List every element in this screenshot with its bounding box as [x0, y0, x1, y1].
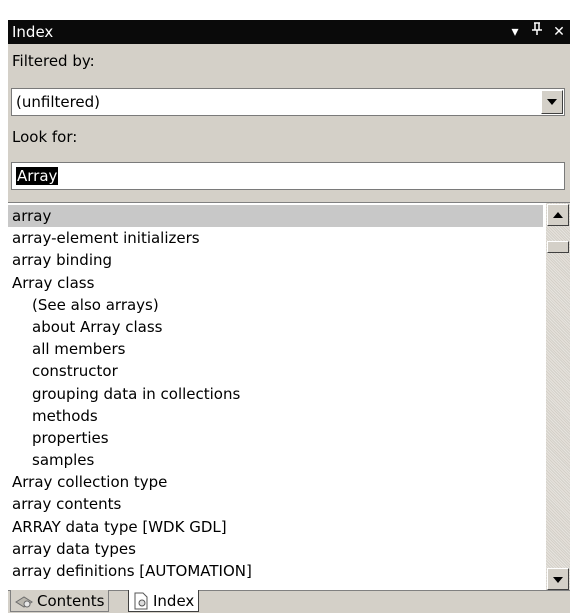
tab-contents[interactable]: Contents: [10, 590, 110, 612]
list-item[interactable]: grouping data in collections: [8, 383, 543, 405]
list-item[interactable]: properties: [8, 427, 543, 449]
chevron-down-icon: [553, 577, 563, 583]
list-item[interactable]: samples: [8, 449, 543, 471]
index-pane: Index ▾ ✕ Filtered by: (unfiltered) Look…: [8, 20, 570, 613]
window-position-dropdown-icon[interactable]: ▾: [504, 20, 526, 44]
list-item[interactable]: array: [8, 205, 543, 228]
list-item[interactable]: Array collection type: [8, 471, 543, 493]
close-icon[interactable]: ✕: [548, 20, 570, 44]
look-for-label: Look for:: [12, 128, 78, 146]
pane-title: Index: [12, 23, 54, 41]
list-item[interactable]: array-element initializers: [8, 227, 543, 249]
filter-dropdown-button[interactable]: [541, 90, 563, 114]
list-item[interactable]: methods: [8, 405, 543, 427]
contents-book-icon: [15, 593, 33, 609]
list-item[interactable]: about Array class: [8, 316, 543, 338]
scroll-up-button[interactable]: [547, 204, 569, 226]
filter-combobox[interactable]: (unfiltered): [11, 88, 565, 116]
look-for-input[interactable]: Array: [11, 162, 565, 190]
look-for-value: Array: [16, 167, 59, 185]
list-item[interactable]: array definitions [AUTOMATION]: [8, 560, 543, 582]
list-item[interactable]: array data types: [8, 538, 543, 560]
list-item[interactable]: all members: [8, 338, 543, 360]
list-item[interactable]: Array class: [8, 272, 543, 294]
index-keyword-list[interactable]: array array-element initializers array bin…: [8, 202, 570, 590]
list-item[interactable]: ARRAY data type [WDK GDL]: [8, 516, 543, 538]
index-page-icon: [133, 592, 149, 610]
filtered-by-label: Filtered by:: [12, 52, 95, 70]
index-items: array array-element initializers array bin…: [8, 205, 543, 582]
list-item[interactable]: array contents: [8, 493, 543, 515]
vertical-scrollbar[interactable]: [546, 203, 570, 590]
tab-index-label: Index: [153, 591, 195, 610]
chevron-down-icon: [547, 99, 557, 105]
scroll-down-button[interactable]: [547, 568, 569, 590]
pane-tab-strip: Contents Index: [8, 590, 570, 613]
filter-value: (unfiltered): [16, 93, 101, 111]
tab-contents-label: Contents: [37, 591, 105, 610]
list-item[interactable]: (See also arrays): [8, 294, 543, 316]
auto-hide-pin-icon[interactable]: [526, 20, 548, 44]
pane-title-bar[interactable]: Index ▾ ✕: [8, 20, 570, 44]
list-item[interactable]: constructor: [8, 360, 543, 382]
scroll-thumb[interactable]: [547, 241, 569, 253]
chevron-up-icon: [553, 212, 563, 218]
list-item[interactable]: array binding: [8, 249, 543, 271]
tab-index[interactable]: Index: [128, 590, 200, 612]
